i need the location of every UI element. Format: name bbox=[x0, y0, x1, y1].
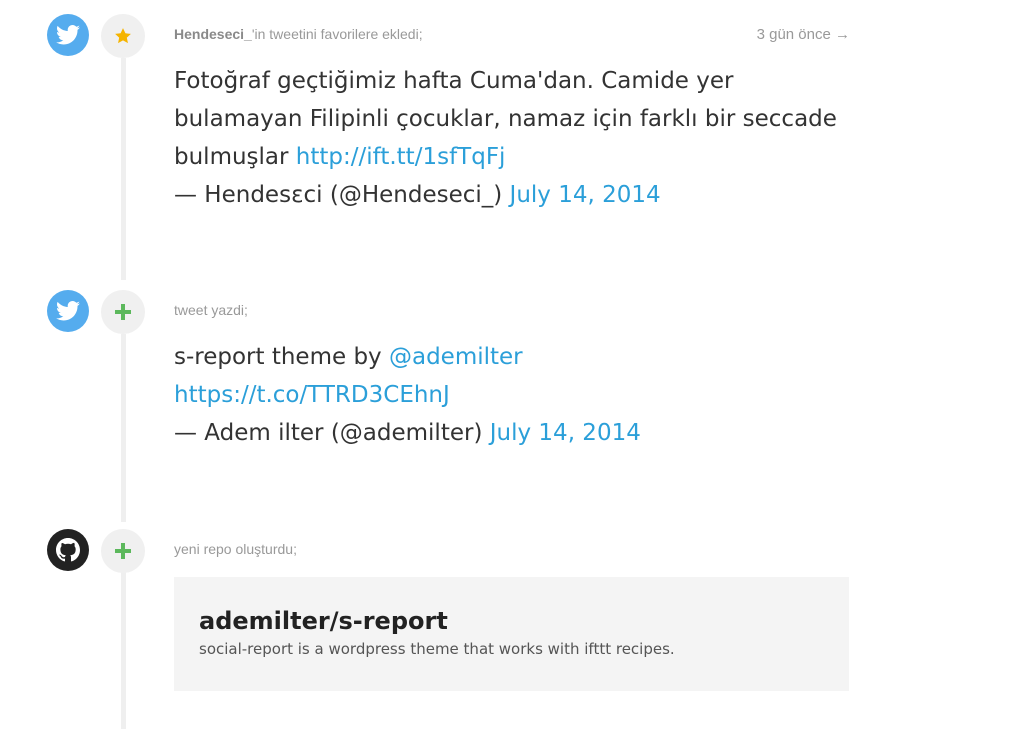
twitter-icon[interactable] bbox=[47, 290, 89, 332]
tweet-attribution: — Hendesεci (@Hendeseci_) bbox=[174, 182, 503, 208]
twitter-icon[interactable] bbox=[47, 14, 89, 56]
activity-meta: Hendeseci_'in tweetini favorilere ekledi… bbox=[174, 26, 423, 42]
star-icon bbox=[101, 14, 145, 58]
tweet-text: Fotoğraf geçtiğimiz hafta Cuma'dan. Cami… bbox=[174, 68, 837, 170]
tweet-attribution: — Adem ilter (@ademilter) bbox=[174, 420, 483, 446]
meta-username[interactable]: Hendeseci_ bbox=[174, 26, 252, 42]
repo-card[interactable]: ademilter/s-report social-report is a wo… bbox=[174, 577, 849, 691]
timestamp-link[interactable]: 3 gün önce → bbox=[680, 26, 850, 43]
github-icon[interactable] bbox=[47, 529, 89, 571]
timeline-line bbox=[121, 334, 126, 522]
activity-meta: tweet yazdi; bbox=[174, 302, 248, 318]
tweet-link[interactable]: https://t.co/TTRD3CEhnJ bbox=[174, 382, 450, 408]
tweet-text: s-report theme by bbox=[174, 344, 382, 370]
tweet-content: Fotoğraf geçtiğimiz hafta Cuma'dan. Cami… bbox=[174, 62, 854, 214]
plus-icon bbox=[101, 529, 145, 573]
meta-text: 'in tweetini favorilere ekledi; bbox=[251, 26, 423, 42]
tweet-date-link[interactable]: July 14, 2014 bbox=[490, 420, 641, 446]
repo-description: social-report is a wordpress theme that … bbox=[199, 640, 675, 658]
tweet-date-link[interactable]: July 14, 2014 bbox=[510, 182, 661, 208]
repo-name[interactable]: ademilter/s-report bbox=[199, 605, 824, 637]
plus-icon bbox=[101, 290, 145, 334]
tweet-content: s-report theme by @ademilter https://t.c… bbox=[174, 338, 854, 452]
mention-link[interactable]: @ademilter bbox=[389, 344, 523, 370]
activity-timeline: Hendeseci_'in tweetini favorilere ekledi… bbox=[0, 0, 1016, 729]
timeline-line bbox=[121, 572, 126, 729]
activity-meta: yeni repo oluşturdu; bbox=[174, 541, 297, 557]
tweet-link[interactable]: http://ift.tt/1sfTqFj bbox=[296, 144, 506, 170]
timeline-line bbox=[121, 58, 126, 280]
